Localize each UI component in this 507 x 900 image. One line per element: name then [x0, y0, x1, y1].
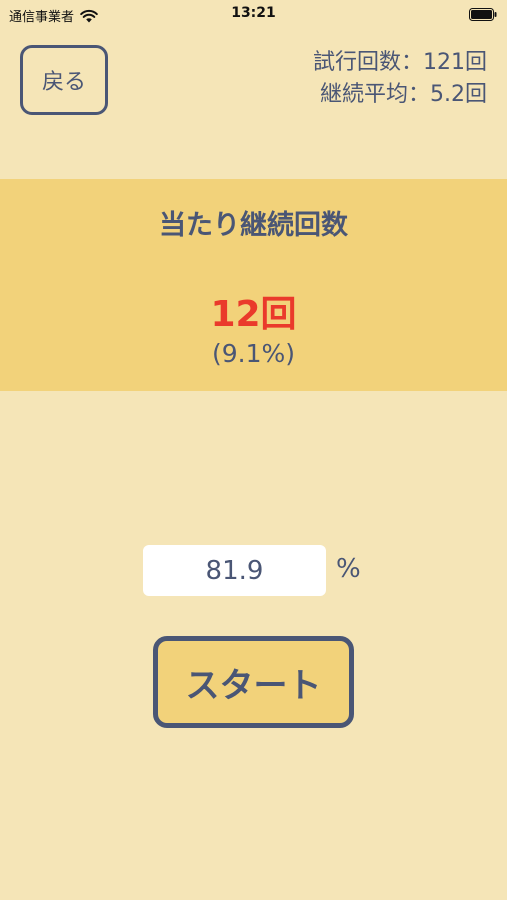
battery-icon — [469, 8, 497, 21]
trials-value: 121回 — [423, 50, 487, 75]
probability-unit: % — [336, 554, 361, 584]
average-label: 継続平均： — [319, 82, 430, 107]
result-percent: (9.1%) — [211, 339, 296, 368]
trials-row: 試行回数：121回 — [313, 47, 487, 79]
probability-input[interactable] — [143, 545, 326, 596]
result-title: 当たり継続回数 — [159, 210, 348, 241]
average-row: 継続平均：5.2回 — [313, 79, 487, 111]
back-button[interactable]: 戻る — [20, 45, 108, 115]
status-time: 13:21 — [231, 5, 276, 21]
stats-panel: 試行回数：121回 継続平均：5.2回 — [313, 47, 487, 111]
status-bar: 通信事業者 13:21 — [0, 0, 507, 30]
result-count: 12回 — [210, 294, 297, 335]
start-button[interactable]: スタート — [153, 636, 354, 728]
trials-label: 試行回数： — [312, 50, 423, 75]
result-panel: 当たり継続回数 12回 (9.1%) — [0, 179, 507, 391]
average-value: 5.2回 — [430, 82, 487, 107]
